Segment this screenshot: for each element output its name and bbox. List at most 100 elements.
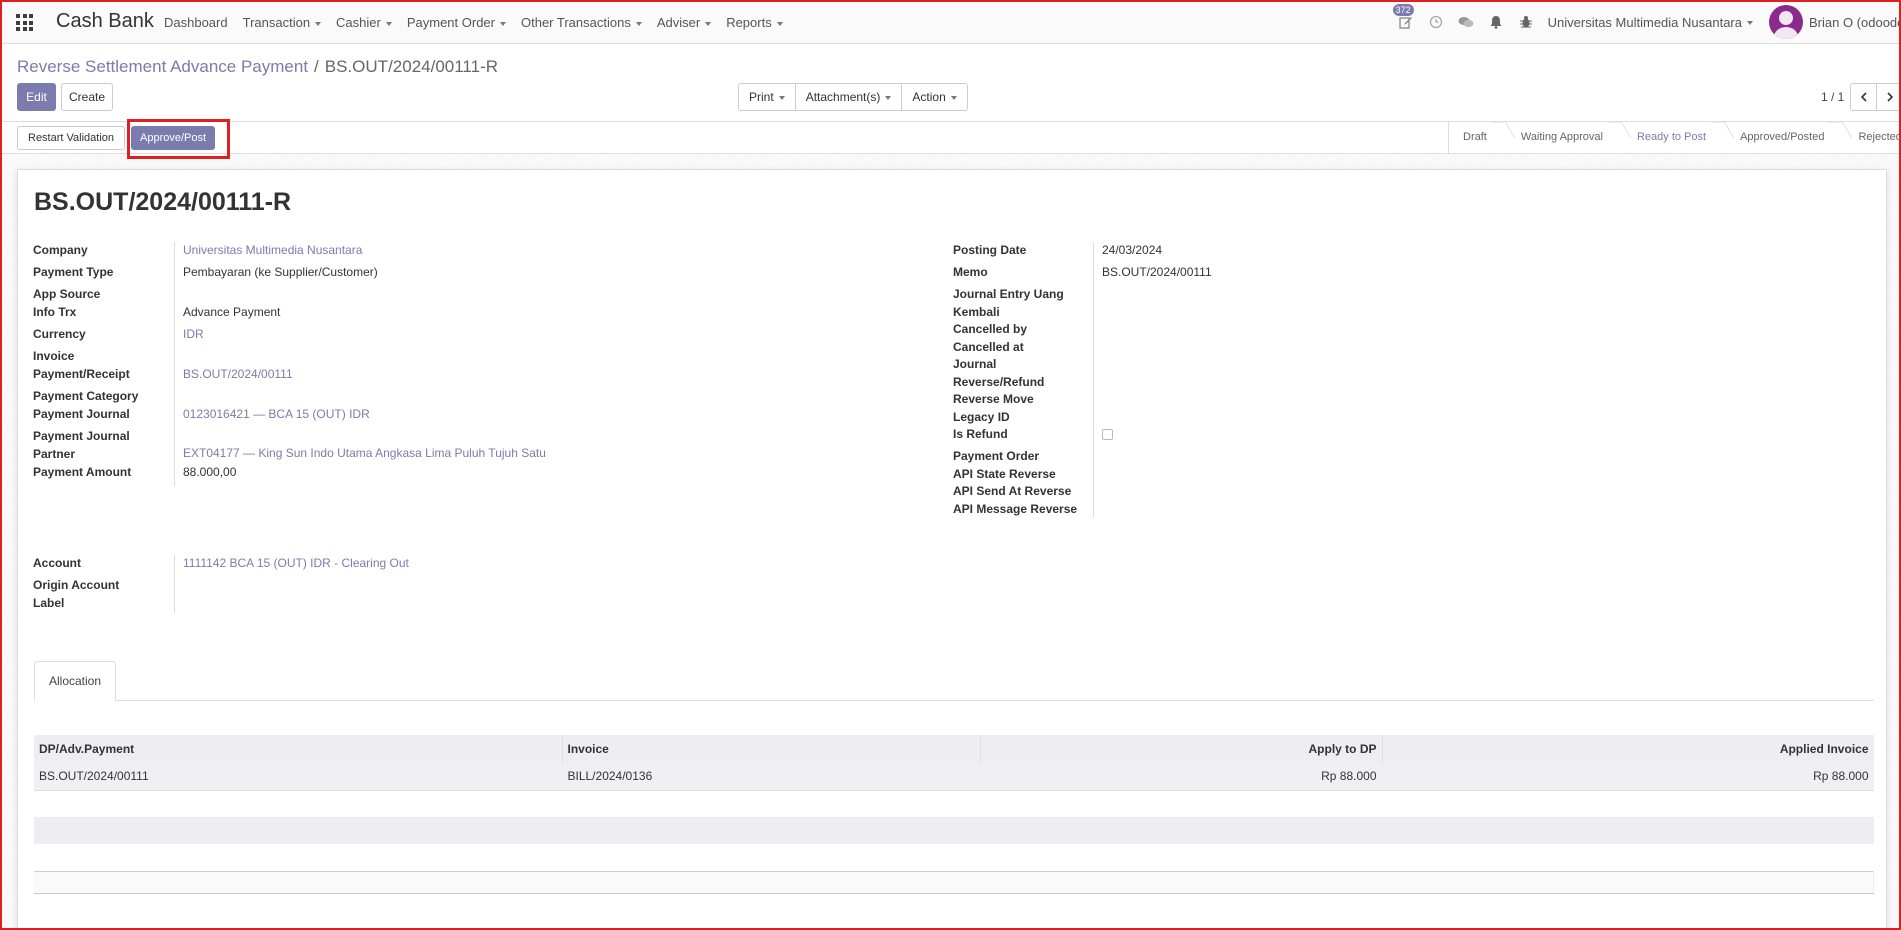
- breadcrumb-parent-link[interactable]: Reverse Settlement Advance Payment: [17, 57, 308, 76]
- field-company: Company Universitas Multimedia Nusantara: [33, 242, 546, 264]
- memo-value: BS.OUT/2024/00111: [1102, 265, 1212, 279]
- pager-next-button[interactable]: [1876, 83, 1901, 111]
- cancelled-at-label: Cancelled at: [953, 338, 1094, 356]
- stage-ready-to-post: Ready to Post: [1615, 122, 1718, 153]
- app-brand[interactable]: Cash Bank: [56, 10, 154, 33]
- print-label: Print: [749, 90, 774, 104]
- table-row[interactable]: BS.OUT/2024/00111 BILL/2024/0136 Rp 88.0…: [34, 762, 1874, 791]
- api-state-reverse-label: API State Reverse: [953, 465, 1094, 483]
- menu-cashier[interactable]: Cashier: [336, 15, 392, 30]
- print-dropdown[interactable]: Print: [738, 83, 796, 111]
- payment-receipt-value[interactable]: BS.OUT/2024/00111: [175, 366, 293, 388]
- partner-label: Partner: [33, 446, 76, 461]
- menu-other-transactions[interactable]: Other Transactions: [521, 15, 642, 30]
- origin-account-value: [175, 577, 183, 613]
- reverse-move-label: Reverse Move: [953, 391, 1094, 409]
- top-navbar: Cash Bank Dashboard Transaction Cashier …: [0, 0, 1901, 44]
- field-currency: Currency IDR: [33, 326, 546, 348]
- column-header-apply-to-dp[interactable]: Apply to DP: [980, 735, 1383, 762]
- action-label: Action: [912, 90, 946, 104]
- payment-type-label: Payment Type: [33, 264, 175, 286]
- company-switcher[interactable]: Universitas Multimedia Nusantara: [1548, 15, 1753, 30]
- action-dropdown[interactable]: Action: [901, 83, 968, 111]
- currency-label: Currency: [33, 326, 175, 348]
- payment-category-label: Payment Category: [33, 388, 175, 406]
- menu-transaction-label: Transaction: [242, 15, 311, 30]
- bell-icon[interactable]: [1488, 14, 1504, 30]
- menu-other-transactions-label: Other Transactions: [521, 15, 631, 30]
- column-header-invoice[interactable]: Invoice: [562, 735, 981, 762]
- menu-adviser-label: Adviser: [656, 15, 701, 30]
- payment-journal-value[interactable]: 0123016421 — BCA 15 (OUT) IDR: [175, 406, 370, 428]
- activity-count-badge: 372: [1392, 4, 1414, 16]
- journal-entry-uang-kembali-label: Journal Entry Uang Kembali: [953, 286, 1094, 321]
- payment-amount-value: 88.000,00: [183, 465, 237, 479]
- journal-entry-uang-kembali-value: [1094, 286, 1102, 321]
- cell-invoice: BILL/2024/0136: [562, 762, 981, 791]
- caret-down-icon: [778, 95, 785, 100]
- journal-label-line1: Journal: [953, 357, 997, 371]
- payment-journal-label: Payment Journal: [33, 406, 175, 428]
- action-toolbar: Print Attachment(s) Action: [738, 83, 968, 111]
- company-value[interactable]: Universitas Multimedia Nusantara: [175, 242, 362, 264]
- clock-icon[interactable]: [1428, 14, 1444, 30]
- chat-icon[interactable]: [1458, 14, 1474, 30]
- origin-account-label-line2: Label: [33, 595, 65, 610]
- caret-down-icon: [705, 21, 712, 26]
- info-trx-label: Info Trx: [33, 304, 175, 326]
- field-app-source: App Source: [33, 286, 546, 304]
- reverse-refund-label: Reverse/Refund: [953, 374, 1045, 389]
- edit-button[interactable]: Edit: [17, 83, 56, 111]
- user-menu[interactable]: Brian O (odoodev: [1809, 15, 1901, 30]
- account-field-group: Account 1111142 BCA 15 (OUT) IDR - Clear…: [33, 555, 409, 613]
- empty-row: [34, 844, 1874, 871]
- payment-journal-partner-label: Payment Journal Partner: [33, 428, 175, 464]
- apps-grid-icon[interactable]: [16, 14, 33, 31]
- field-cancelled-by: Cancelled by: [953, 321, 1212, 339]
- field-info-trx: Info Trx Advance Payment: [33, 304, 546, 326]
- caret-down-icon: [885, 95, 892, 100]
- menu-adviser[interactable]: Adviser: [656, 15, 712, 30]
- highlight-annotation: [127, 119, 230, 159]
- activity-edit-icon[interactable]: 372: [1392, 4, 1414, 30]
- tab-allocation[interactable]: Allocation: [34, 661, 117, 702]
- stage-waiting-approval: Waiting Approval: [1499, 122, 1615, 153]
- field-memo: Memo BS.OUT/2024/00111: [953, 264, 1212, 286]
- currency-value[interactable]: IDR: [175, 326, 204, 348]
- create-button[interactable]: Create: [61, 83, 113, 111]
- column-header-applied-invoice[interactable]: Applied Invoice: [1382, 735, 1874, 762]
- stage-approved-posted: Approved/Posted: [1718, 122, 1836, 153]
- breadcrumb-current: BS.OUT/2024/00111-R: [324, 57, 499, 76]
- caret-down-icon: [776, 21, 783, 26]
- menu-payment-order[interactable]: Payment Order: [407, 15, 506, 30]
- partner-value[interactable]: EXT04177 — King Sun Indo Utama Angkasa L…: [175, 428, 546, 464]
- pager-previous-button[interactable]: [1850, 83, 1877, 111]
- status-bar: Restart Validation Approve/Post Draft Wa…: [0, 121, 1901, 154]
- empty-cell: [34, 817, 1874, 844]
- menu-reports[interactable]: Reports: [726, 15, 783, 30]
- restart-validation-button[interactable]: Restart Validation: [17, 126, 126, 150]
- bug-icon[interactable]: [1518, 14, 1534, 30]
- payment-category-value: [175, 388, 183, 406]
- payment-receipt-label: Payment/Receipt: [33, 366, 175, 388]
- is-refund-checkbox[interactable]: [1102, 429, 1113, 440]
- cell-dp-adv-payment: BS.OUT/2024/00111: [34, 762, 563, 791]
- origin-account-label-line1: Origin Account: [33, 578, 120, 592]
- field-account: Account 1111142 BCA 15 (OUT) IDR - Clear…: [33, 555, 409, 577]
- pager-value[interactable]: 1 / 1: [1821, 90, 1844, 104]
- account-value[interactable]: 1111142 BCA 15 (OUT) IDR - Clearing Out: [175, 555, 409, 577]
- user-avatar[interactable]: [1769, 5, 1803, 39]
- info-trx-value: Advance Payment: [183, 305, 281, 319]
- menu-dashboard[interactable]: Dashboard: [164, 15, 228, 30]
- stage-draft: Draft: [1449, 122, 1499, 153]
- invoice-label: Invoice: [33, 348, 175, 366]
- field-payment-type: Payment Type Pembayaran (ke Supplier/Cus…: [33, 264, 546, 286]
- menu-transaction[interactable]: Transaction: [242, 15, 322, 30]
- api-message-reverse-label: API Message Reverse: [953, 500, 1094, 518]
- field-cancelled-at: Cancelled at: [953, 338, 1212, 356]
- je-label-line2: Kembali: [953, 304, 1000, 319]
- caret-down-icon: [1747, 21, 1753, 26]
- attachments-dropdown[interactable]: Attachment(s): [794, 83, 903, 111]
- empty-row: [34, 790, 1874, 817]
- column-header-dp-adv-payment[interactable]: DP/Adv.Payment: [34, 735, 563, 762]
